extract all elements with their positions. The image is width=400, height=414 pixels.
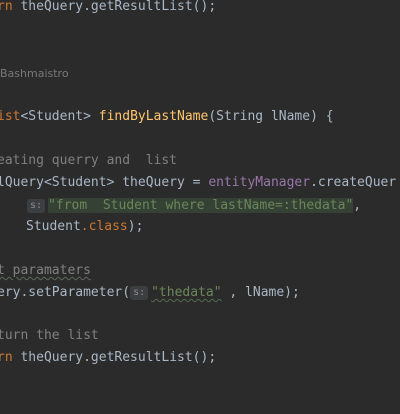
code-editor[interactable]: rn theQuery.getResultList(); Bashmaistro… <box>0 0 400 414</box>
code-line-create-query: lQuery<Student> theQuery = entityManager… <box>0 175 397 190</box>
code-line-student-class: Student.class); <box>26 219 144 234</box>
code-author-annotation[interactable]: Bashmaistro <box>0 64 400 84</box>
jpql-string[interactable]: "from Student where lastName=:thedata" <box>48 198 354 213</box>
code-line-set-parameter: ery.setParameter(s: "thedata" , lName); <box>0 285 300 300</box>
parameter-hint: s: <box>130 286 149 300</box>
code-comment-return: turn the list <box>0 328 99 343</box>
parameter-name-string[interactable]: "thedata" <box>151 285 221 300</box>
code-line-return: rn theQuery.getResultList(); <box>0 350 217 365</box>
code-line-method-signature: ist<Student> findByLastName(String lName… <box>0 109 334 124</box>
code-comment-creating-query: eating querry and list <box>0 153 178 168</box>
code-comment-parameters: t paramaters <box>0 263 91 278</box>
method-name[interactable]: findByLastName <box>99 109 209 124</box>
entity-manager-field[interactable]: entityManager <box>208 175 310 190</box>
parameter-hint: s: <box>27 199 46 213</box>
code-line-1: rn theQuery.getResultList(); <box>0 0 217 14</box>
code-line-query-string: s: "from Student where lastName=:thedata"… <box>27 196 400 216</box>
